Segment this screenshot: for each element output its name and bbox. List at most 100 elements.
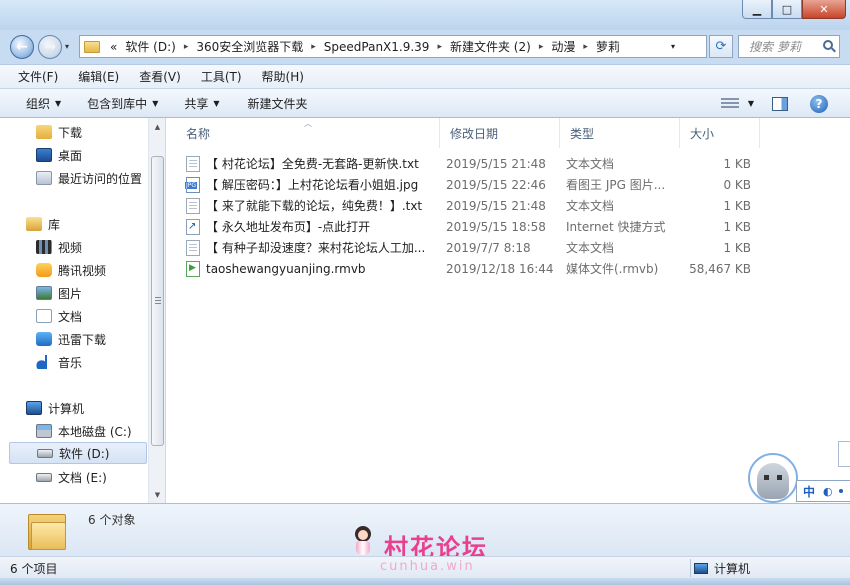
status-item-count: 6 个项目 [10,562,58,576]
file-name: 【 永久地址发布页】-点此打开 [206,220,371,234]
column-header-name[interactable]: 名称 [176,118,440,148]
status-location-label: 计算机 [714,562,751,576]
menu-edit[interactable]: 编辑(E) [68,68,129,85]
search-icon[interactable] [823,40,833,50]
status-location: 计算机 [694,560,750,577]
close-button[interactable]: ✕ [802,0,846,19]
scroll-up-arrow-icon[interactable]: ▲ [149,118,166,135]
nav-item-desktop[interactable]: 桌面 [36,144,146,166]
breadcrumb-speedpan[interactable]: SpeedPanX1.9.39 [320,40,434,54]
column-header-date[interactable]: 修改日期 [440,118,560,148]
column-headers: ︿ 名称 修改日期 类型 大小 [166,118,850,148]
file-row[interactable]: 【 来了就能下载的论坛，纯免费！】.txt 2019/5/15 21:48 文本… [180,195,770,216]
breadcrumb-anime[interactable]: 动漫 [547,38,579,55]
music-library-icon [36,355,52,369]
scroll-down-arrow-icon[interactable]: ▼ [149,486,166,503]
ime-status-bar[interactable]: 中 ◐ [796,480,850,502]
nav-item-drive-e[interactable]: 文档 (E:) [36,466,146,488]
search-placeholder: 搜索 萝莉 [749,40,801,54]
file-date: 2019/12/18 16:44 [446,261,554,276]
change-view-icon[interactable] [720,97,739,110]
computer-icon [26,401,42,415]
address-dropdown-icon[interactable]: ▾ [664,36,682,57]
file-size: 58,467 KB [689,261,751,276]
nav-item-pictures[interactable]: 图片 [36,282,146,304]
file-name: 【 村花论坛】全免费-无套路-更新快.txt [206,157,419,171]
file-row[interactable]: 【 村花论坛】全免费-无套路-更新快.txt 2019/5/15 21:48 文… [180,153,770,174]
column-header-type[interactable]: 类型 [560,118,680,148]
file-type: 媒体文件(.rmvb) [566,262,659,276]
breadcrumb-new-folder-2[interactable]: 新建文件夹 (2) [446,38,535,55]
menu-tools[interactable]: 工具(T) [191,68,252,85]
back-button[interactable]: ← [10,35,34,59]
nav-item-drive-d[interactable]: 软件 (D:) [9,442,147,464]
menu-help[interactable]: 帮助(H) [252,68,314,85]
file-row[interactable]: 【 解压密码：】上村花论坛看小姐姐.jpg 2019/5/15 22:46 看图… [180,174,770,195]
libraries-icon [26,217,42,231]
desktop-icon [36,148,52,162]
nav-item-libraries[interactable]: 库 [26,213,146,235]
text-file-icon [186,239,200,256]
ime-mode-label[interactable]: 中 [803,483,815,500]
window-controls: ▁ □ ✕ [742,0,846,19]
organize-button[interactable]: 组织 ▼ [16,95,71,112]
breadcrumb-separator[interactable]: ▸ [535,42,548,52]
file-name: 【 解压密码：】上村花论坛看小姐姐.jpg [206,178,419,192]
menu-view[interactable]: 查看(V) [129,68,191,85]
file-row[interactable]: 【 永久地址发布页】-点此打开 2019/5/15 18:58 Internet… [180,216,770,237]
nav-item-computer[interactable]: 计算机 [26,397,146,419]
qq-floating-avatar[interactable] [748,453,798,503]
watermark-url: cunhua.win [380,559,475,574]
breadcrumb-separator[interactable]: ▸ [433,42,446,52]
maximize-button[interactable]: □ [772,0,802,19]
grip-icon [155,297,161,305]
file-row[interactable]: taoshewangyuanjing.rmvb 2019/12/18 16:44… [180,258,770,279]
breadcrumb-360-download[interactable]: 360安全浏览器下载 [192,38,307,55]
nav-item-recent[interactable]: 最近访问的位置 [36,167,146,189]
new-folder-button[interactable]: 新建文件夹 [238,95,318,112]
refresh-button[interactable]: ⟳ [709,35,733,58]
nav-scrollbar[interactable]: ▲ ▼ [148,118,165,503]
nav-item-label: 图片 [58,286,83,301]
address-bar[interactable]: « 软件 (D:) ▸ 360安全浏览器下载 ▸ SpeedPanX1.9.39… [79,35,707,58]
computer-icon [694,563,708,574]
punctuation-dot-icon[interactable] [838,489,843,493]
nav-item-music[interactable]: 音乐 [36,351,146,373]
menu-file[interactable]: 文件(F) [8,68,68,85]
nav-item-tencent-video[interactable]: 腾讯视频 [36,259,146,281]
share-button[interactable]: 共享 ▼ [174,95,229,112]
nav-item-xunlei[interactable]: 迅雷下载 [36,328,146,350]
file-row[interactable]: 【 有种子却没速度？来村花论坛人工加... 2019/7/7 8:18 文本文档… [180,237,770,258]
help-icon[interactable]: ? [810,94,828,113]
file-type: 文本文档 [566,199,615,213]
include-in-library-button[interactable]: 包含到库中 ▼ [77,95,168,112]
minimize-button[interactable]: ▁ [742,0,772,19]
preview-pane-icon[interactable] [772,96,788,111]
recent-pages-dropdown[interactable]: ▾ [65,42,69,51]
breadcrumb-overflow[interactable]: « [106,40,121,54]
breadcrumb-separator[interactable]: ▸ [180,42,193,52]
search-input[interactable]: 搜索 萝莉 [738,35,840,58]
nav-item-documents[interactable]: 文档 [36,305,146,327]
breadcrumb-separator[interactable]: ▸ [579,42,592,52]
nav-item-label: 文档 (E:) [58,470,107,485]
file-name: 【 有种子却没速度？来村花论坛人工加... [206,241,426,255]
breadcrumb-separator[interactable]: ▸ [307,42,320,52]
video-library-icon [36,240,52,254]
view-options-dropdown-icon[interactable]: ▼ [748,99,754,108]
scrollbar-thumb[interactable] [151,156,164,446]
nav-item-drive-c[interactable]: 本地磁盘 (C:) [36,420,146,442]
ime-side-tab[interactable] [838,441,850,467]
breadcrumb-drive-d[interactable]: 软件 (D:) [121,38,179,55]
nav-item-downloads[interactable]: 下载 [36,121,146,143]
file-date: 2019/5/15 22:46 [446,177,546,192]
column-header-size[interactable]: 大小 [680,118,760,148]
nav-item-label: 最近访问的位置 [58,171,143,186]
breadcrumb-current[interactable]: 萝莉 [592,38,624,55]
half-width-moon-icon[interactable]: ◐ [823,485,833,498]
nav-item-label: 文档 [58,309,83,324]
command-bar-right: ▼ ? [720,89,850,118]
forward-button[interactable]: → [38,35,62,59]
nav-item-videos[interactable]: 视频 [36,236,146,258]
nav-item-label: 下载 [58,125,83,140]
